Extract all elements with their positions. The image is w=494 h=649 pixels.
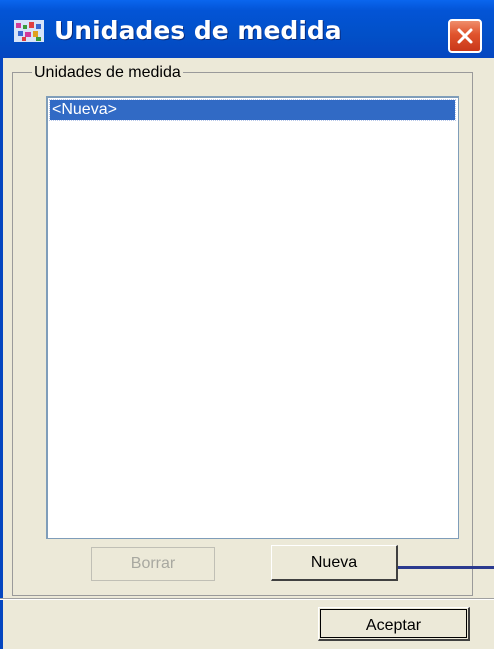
app-icon [14, 20, 44, 42]
dialog-window: Unidades de medida Unidades de medida <N… [0, 0, 494, 649]
accept-button[interactable]: Aceptar [318, 607, 470, 641]
close-button[interactable] [448, 19, 482, 53]
new-button[interactable]: Nueva [271, 545, 398, 581]
separator [0, 598, 494, 600]
units-listbox[interactable]: <Nueva> [46, 96, 459, 539]
title-bar[interactable]: Unidades de medida [0, 0, 494, 58]
connector-line [398, 566, 494, 569]
accept-button-label: Aceptar [365, 617, 422, 634]
close-icon [457, 28, 473, 44]
window-title: Unidades de medida [54, 16, 342, 45]
window-frame-left [0, 58, 3, 649]
group-label: Unidades de medida [32, 64, 183, 82]
accept-button-focus: Aceptar [320, 609, 467, 638]
list-item[interactable]: <Nueva> [49, 99, 456, 121]
delete-button[interactable]: Borrar [91, 547, 215, 581]
